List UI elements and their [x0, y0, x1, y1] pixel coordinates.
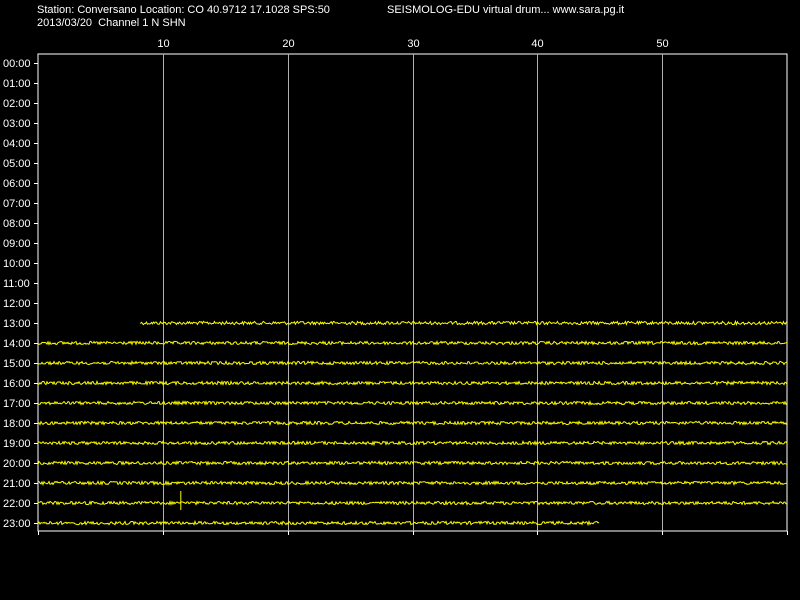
row-label-1700: 17:00 [3, 398, 31, 410]
x-tick-label-20: 20 [282, 38, 294, 50]
row-label-0200: 02:00 [3, 98, 31, 110]
row-label-1100: 11:00 [3, 278, 30, 290]
row-label-1000: 10:00 [3, 258, 31, 270]
row-label-1400: 14:00 [3, 338, 31, 350]
row-label-0500: 05:00 [3, 158, 31, 170]
row-label-0000: 00:00 [3, 58, 31, 70]
row-label-2200: 22:00 [3, 498, 31, 510]
x-tick-label-30: 30 [407, 38, 419, 50]
row-label-0800: 08:00 [3, 218, 31, 230]
x-tick-label-40: 40 [531, 38, 543, 50]
row-label-2300: 23:00 [3, 518, 31, 530]
x-tick-label-10: 10 [157, 38, 169, 50]
row-label-0400: 04:00 [3, 138, 31, 150]
x-tick-label-50: 50 [656, 38, 668, 50]
row-label-1800: 18:00 [3, 418, 31, 430]
plot-frame [37, 53, 788, 532]
row-label-2100: 21:00 [3, 478, 31, 490]
row-label-0900: 09:00 [3, 238, 31, 250]
row-label-0700: 07:00 [3, 198, 31, 210]
row-label-1900: 19:00 [3, 438, 31, 450]
row-label-1200: 12:00 [3, 298, 31, 310]
row-label-1600: 16:00 [3, 378, 31, 390]
row-label-0600: 06:00 [3, 178, 31, 190]
seismogram-drum-chart: 10 20 30 40 50 00:00 01:00 02:00 03:00 04:00 05:00… [3, 38, 788, 535]
row-label-1300: 13:00 [3, 318, 31, 330]
row-label-0100: 01:00 [3, 78, 31, 90]
row-label-0300: 03:00 [3, 118, 31, 130]
row-label-2000: 20:00 [3, 458, 31, 470]
row-label-1500: 15:00 [3, 358, 31, 370]
